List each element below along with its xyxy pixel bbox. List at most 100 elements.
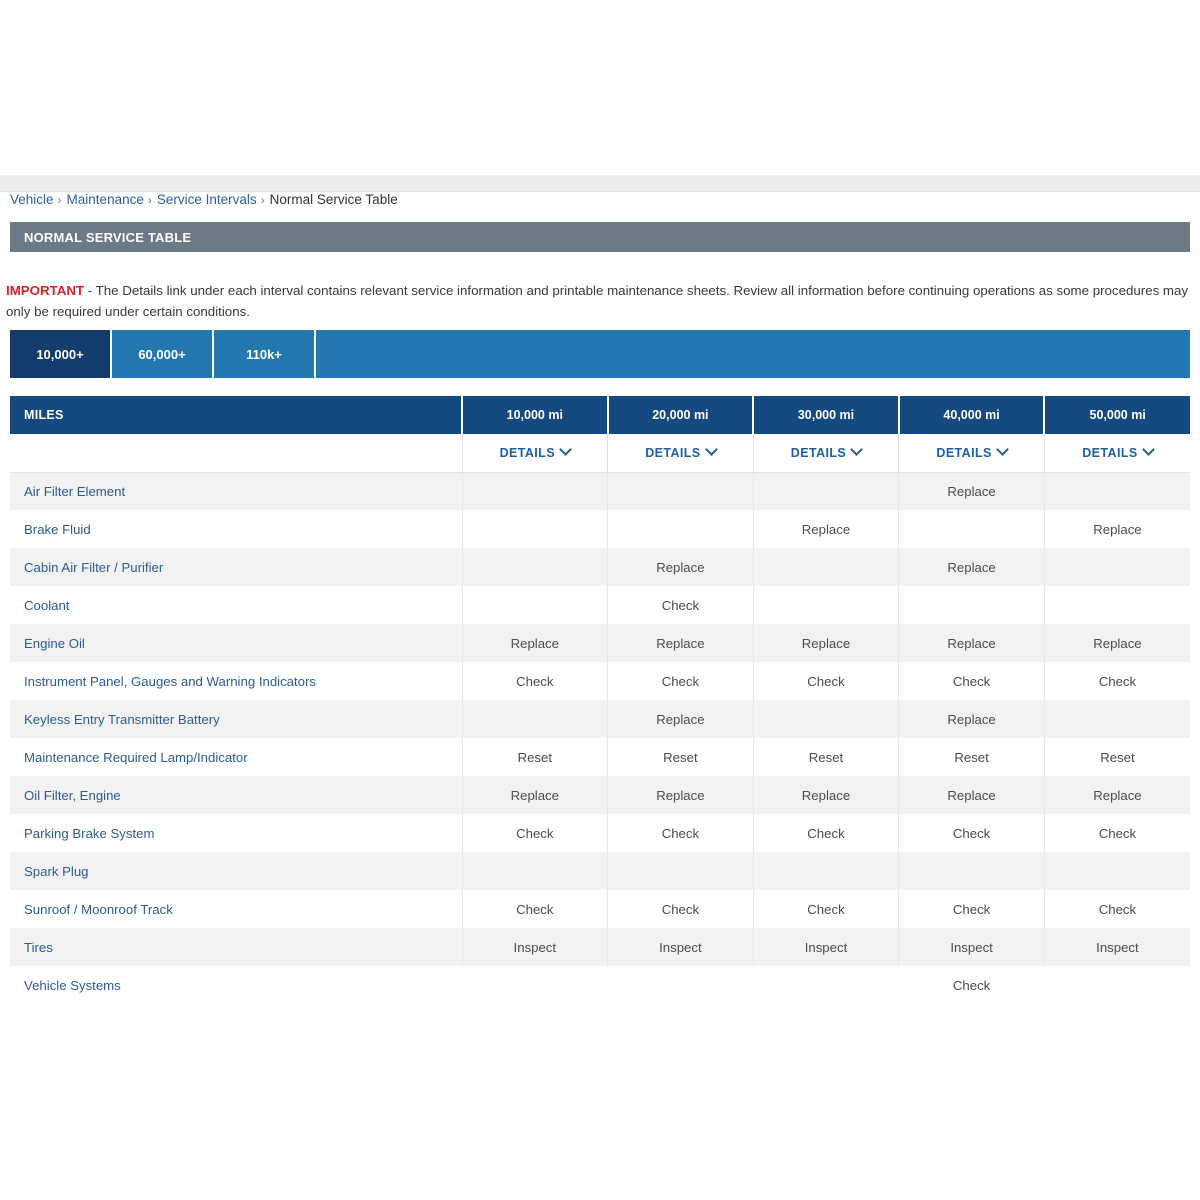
important-label: IMPORTANT bbox=[6, 283, 85, 298]
service-value-cell: Reset bbox=[898, 738, 1045, 776]
service-value-cell bbox=[607, 472, 754, 510]
service-value-cell: Check bbox=[898, 814, 1045, 852]
important-text: - The Details link under each interval c… bbox=[6, 283, 1189, 319]
service-value-cell: Check bbox=[753, 890, 900, 928]
service-value-cell: Inspect bbox=[1044, 928, 1190, 966]
table-row: Engine Oil Replace Replace Replace Replace Re… bbox=[10, 624, 1190, 662]
interval-tabstrip: 10,000+ 60,000+ 110k+ bbox=[10, 330, 1190, 378]
service-value-cell bbox=[753, 700, 900, 738]
details-link-0[interactable]: DETAILS bbox=[499, 443, 572, 460]
details-link-1[interactable]: DETAILS bbox=[645, 443, 718, 460]
chevron-down-icon bbox=[559, 443, 572, 457]
service-value-cell: Reset bbox=[753, 738, 900, 776]
details-link-3[interactable]: DETAILS bbox=[936, 443, 1009, 460]
details-link-label: DETAILS bbox=[499, 445, 555, 460]
breadcrumb: Vehicle › Maintenance › Service Intervals › No… bbox=[10, 190, 1190, 210]
section-header-bar: NORMAL SERVICE TABLE bbox=[10, 222, 1190, 252]
service-item-label[interactable]: Coolant bbox=[10, 586, 463, 624]
service-value-cell: Check bbox=[753, 662, 900, 700]
service-value-cell: Replace bbox=[753, 776, 900, 814]
breadcrumb-item[interactable]: Service Intervals bbox=[157, 192, 257, 207]
service-item-label[interactable]: Keyless Entry Transmitter Battery bbox=[10, 700, 463, 738]
service-value-cell: Check bbox=[607, 586, 754, 624]
service-value-cell bbox=[753, 548, 900, 586]
service-value-cell: Check bbox=[607, 662, 754, 700]
service-value-cell bbox=[462, 510, 609, 548]
service-value-cell bbox=[1044, 700, 1190, 738]
service-value-cell: Replace bbox=[607, 548, 754, 586]
service-value-cell bbox=[753, 586, 900, 624]
service-value-cell bbox=[607, 966, 754, 1004]
service-value-cell: Check bbox=[1044, 662, 1190, 700]
service-value-cell: Replace bbox=[898, 700, 1045, 738]
service-item-label[interactable]: Vehicle Systems bbox=[10, 966, 462, 1004]
service-value-cell bbox=[607, 510, 754, 548]
service-value-cell: Replace bbox=[462, 776, 609, 814]
service-value-cell: Replace bbox=[898, 472, 1045, 510]
service-value-cell: Replace bbox=[607, 624, 754, 662]
table-row: Keyless Entry Transmitter Battery Replace… bbox=[10, 700, 1190, 738]
details-link-label: DETAILS bbox=[936, 445, 992, 460]
breadcrumb-separator-icon: › bbox=[147, 193, 152, 207]
tab-interval-1[interactable]: 60,000+ bbox=[112, 330, 214, 378]
service-value-cell: Check bbox=[1044, 814, 1190, 852]
service-value-cell: Replace bbox=[753, 624, 900, 662]
chevron-down-icon bbox=[704, 443, 718, 457]
table-row: Spark Plug bbox=[10, 852, 1190, 890]
service-value-cell: Check bbox=[898, 662, 1045, 700]
service-value-cell bbox=[1044, 586, 1190, 624]
breadcrumb-separator-icon: › bbox=[57, 193, 62, 207]
tab-interval-0[interactable]: 10,000+ bbox=[10, 330, 112, 378]
service-item-label[interactable]: Maintenance Required Lamp/Indicator bbox=[10, 738, 463, 776]
service-item-label[interactable]: Air Filter Element bbox=[10, 472, 463, 510]
tab-interval-2[interactable]: 110k+ bbox=[214, 330, 316, 378]
chevron-down-icon bbox=[1141, 443, 1155, 457]
details-link-4[interactable]: DETAILS bbox=[1082, 443, 1155, 460]
service-value-cell bbox=[462, 472, 609, 510]
service-value-cell bbox=[898, 852, 1045, 890]
service-value-cell bbox=[1044, 472, 1190, 510]
breadcrumb-item[interactable]: Maintenance bbox=[67, 192, 144, 207]
service-item-label[interactable]: Sunroof / Moonroof Track bbox=[10, 890, 463, 928]
service-value-cell: Replace bbox=[1044, 776, 1190, 814]
service-item-label[interactable]: Parking Brake System bbox=[10, 814, 463, 852]
breadcrumb-item[interactable]: Vehicle bbox=[10, 192, 54, 207]
service-value-cell: Check bbox=[898, 966, 1045, 1004]
tabstrip-filler bbox=[316, 330, 1190, 378]
details-link-label: DETAILS bbox=[645, 445, 701, 460]
service-item-label[interactable]: Oil Filter, Engine bbox=[10, 776, 463, 814]
details-cell-0: DETAILS bbox=[462, 434, 609, 473]
service-value-cell: Replace bbox=[1044, 510, 1190, 548]
service-value-cell: Check bbox=[462, 662, 609, 700]
service-value-cell: Replace bbox=[898, 624, 1045, 662]
service-value-cell: Replace bbox=[462, 624, 609, 662]
service-item-label[interactable]: Engine Oil bbox=[10, 624, 463, 662]
page-root: Vehicle › Maintenance › Service Intervals › No… bbox=[0, 0, 1200, 1200]
service-value-cell: Reset bbox=[607, 738, 754, 776]
service-value-cell bbox=[1044, 966, 1190, 1004]
service-value-cell: Check bbox=[898, 890, 1045, 928]
details-cell-3: DETAILS bbox=[898, 434, 1045, 473]
service-item-label[interactable]: Brake Fluid bbox=[10, 510, 463, 548]
service-value-cell bbox=[462, 586, 609, 624]
service-value-cell: Replace bbox=[607, 776, 754, 814]
breadcrumb-item: Normal Service Table bbox=[269, 192, 398, 207]
table-row: Sunroof / Moonroof Track Check Check Check C… bbox=[10, 890, 1190, 928]
column-header-interval-0: 10,000 mi bbox=[462, 396, 609, 434]
column-header-interval-1: 20,000 mi bbox=[607, 396, 755, 434]
service-item-label[interactable]: Instrument Panel, Gauges and Warning Ind… bbox=[10, 662, 463, 700]
service-value-cell bbox=[898, 510, 1045, 548]
service-value-cell bbox=[898, 586, 1045, 624]
service-item-label[interactable]: Spark Plug bbox=[10, 852, 463, 890]
table-body: Air Filter Element Replace Brake Fluid Repl… bbox=[10, 472, 1190, 1004]
service-value-cell: Replace bbox=[753, 510, 900, 548]
service-value-cell bbox=[607, 852, 754, 890]
service-value-cell: Check bbox=[1044, 890, 1190, 928]
service-value-cell: Inspect bbox=[462, 928, 609, 966]
tab-label: 10,000+ bbox=[36, 346, 84, 362]
service-item-label[interactable]: Tires bbox=[10, 928, 463, 966]
service-item-label[interactable]: Cabin Air Filter / Purifier bbox=[10, 548, 463, 586]
details-link-2[interactable]: DETAILS bbox=[791, 443, 864, 460]
column-header-miles: MILES bbox=[10, 396, 463, 434]
chevron-down-icon bbox=[995, 443, 1009, 457]
